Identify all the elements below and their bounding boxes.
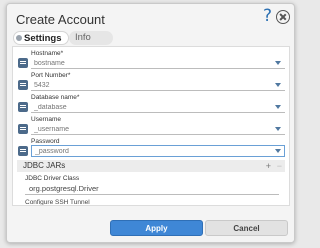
hostname-label: Hostname* (31, 50, 64, 57)
jdbc-driver-class-label: JDBC Driver Class (25, 175, 80, 182)
password-row (17, 145, 285, 158)
remove-icon[interactable]: − (277, 160, 282, 172)
expression-toggle-icon[interactable] (18, 102, 28, 112)
settings-panel: Hostname* Port Number* Database name* Us… (12, 46, 290, 206)
create-account-dialog: Create Account ? Settings Info Hostname*… (6, 3, 295, 243)
cancel-button[interactable]: Cancel (205, 220, 288, 236)
port-input[interactable] (31, 80, 285, 91)
password-label: Password (31, 138, 60, 145)
chevron-down-icon[interactable] (275, 149, 281, 153)
port-label: Port Number* (31, 72, 71, 79)
hostname-input[interactable] (31, 58, 285, 69)
tab-info[interactable]: Info (69, 31, 113, 45)
jdbc-driver-class-input[interactable]: org.postgresql.Driver (25, 183, 279, 195)
jdbc-jars-title: JDBC JARs (23, 161, 66, 170)
database-row (17, 102, 285, 114)
add-icon[interactable]: + (266, 160, 271, 172)
dialog-title: Create Account (16, 12, 105, 27)
configure-ssh-tunnel-label: Configure SSH Tunnel (25, 199, 90, 206)
password-input[interactable] (31, 145, 285, 157)
port-row (17, 80, 285, 92)
hostname-row (17, 58, 285, 70)
chevron-down-icon[interactable] (275, 127, 281, 131)
username-row (17, 124, 285, 136)
expression-toggle-icon[interactable] (18, 146, 28, 156)
database-label: Database name* (31, 94, 80, 101)
chevron-down-icon[interactable] (275, 105, 281, 109)
database-input[interactable] (31, 102, 285, 113)
jdbc-jars-header: JDBC JARs + − (17, 160, 285, 172)
dialog-footer: Apply Cancel (7, 209, 294, 242)
expression-toggle-icon[interactable] (18, 58, 28, 68)
close-icon[interactable] (276, 10, 290, 24)
chevron-down-icon[interactable] (275, 83, 281, 87)
username-label: Username (31, 116, 61, 123)
chevron-down-icon[interactable] (275, 61, 281, 65)
expression-toggle-icon[interactable] (18, 124, 28, 134)
help-icon[interactable]: ? (263, 6, 272, 26)
username-input[interactable] (31, 124, 285, 135)
tab-settings[interactable]: Settings (13, 31, 69, 45)
expression-toggle-icon[interactable] (18, 80, 28, 90)
apply-button[interactable]: Apply (110, 220, 203, 236)
